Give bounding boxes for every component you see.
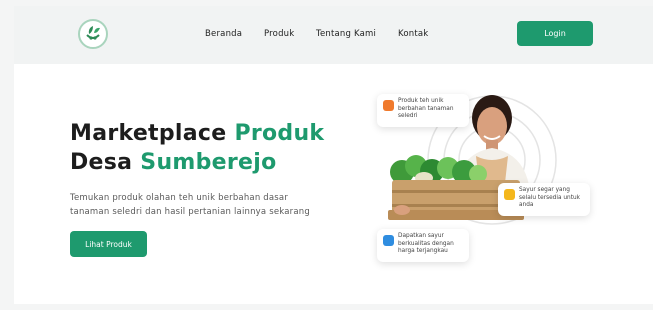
hero-title-word: Marketplace	[70, 121, 227, 146]
view-products-button[interactable]: Lihat Produk	[70, 231, 147, 257]
feature-card-text: Sayur segar yang	[519, 187, 570, 193]
nav-link-tentang-kami[interactable]: Tentang Kami	[316, 29, 376, 39]
login-button[interactable]: Login	[517, 21, 593, 46]
leaf-basket-logo-icon	[86, 26, 100, 40]
feature-card-text: seledri	[398, 113, 418, 119]
price-tag-icon	[383, 235, 394, 246]
logo[interactable]	[78, 19, 108, 49]
feature-card-vegetable: Sayur segar yang selalu tersedia untuk a…	[498, 183, 590, 216]
feature-card-text: anda	[519, 202, 534, 208]
hero-title-word: Desa	[70, 150, 133, 175]
feature-card-price: Dapatkan sayur berkualitas dengan harga …	[377, 229, 469, 262]
feature-card-text: Produk teh unik	[398, 98, 444, 104]
hero-description-line-2: tanaman seledri dan hasil pertanian lain…	[70, 207, 310, 217]
feature-card-text: selalu tersedia untuk	[519, 194, 581, 201]
hero-title-highlight: Produk	[234, 121, 325, 146]
tea-icon	[383, 100, 394, 111]
hero-description-line-1: Temukan produk olahan teh unik berbahan …	[70, 193, 289, 203]
feature-card-text: harga terjangkau	[398, 248, 448, 254]
feature-card-text: Dapatkan sayur	[398, 233, 444, 239]
nav-link-produk[interactable]: Produk	[264, 29, 294, 39]
feature-card-tea: Produk teh unik berbahan tanaman seledri	[377, 94, 469, 127]
hero-title-line-1: Marketplace Produk	[70, 121, 324, 146]
nav-link-beranda[interactable]: Beranda	[205, 29, 242, 39]
hero-title-highlight: Sumberejo	[140, 150, 277, 175]
vegetable-icon	[504, 189, 515, 200]
feature-card-text: berbahan tanaman	[398, 105, 454, 112]
hero-title-line-2: Desa Sumberejo	[70, 150, 277, 175]
nav-link-kontak[interactable]: Kontak	[398, 29, 428, 39]
feature-card-text: berkualitas dengan	[398, 240, 454, 247]
